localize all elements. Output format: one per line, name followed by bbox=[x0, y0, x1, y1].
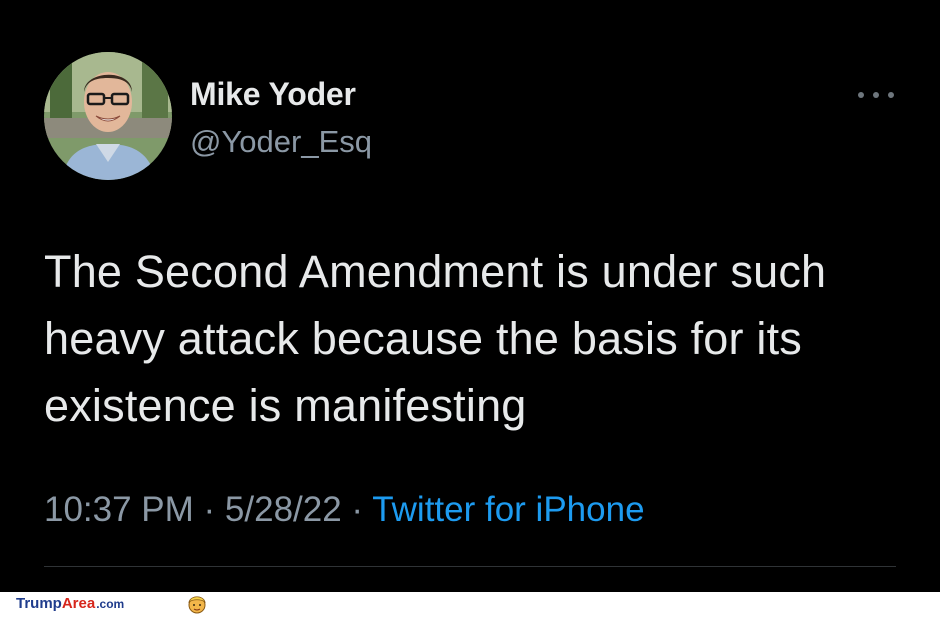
tweet-text: The Second Amendment is under such heavy… bbox=[44, 246, 827, 431]
watermark-brand-part2: Area bbox=[61, 595, 96, 612]
watermark-brand-part1: Trump bbox=[16, 595, 62, 612]
meta-separator: · bbox=[193, 490, 225, 529]
dot bbox=[873, 92, 879, 98]
more-dots-icon[interactable] bbox=[858, 86, 894, 104]
watermark-bar: Trump Area .com bbox=[0, 592, 940, 617]
dot bbox=[888, 92, 894, 98]
tweet-time[interactable]: 10:37 PM bbox=[44, 490, 194, 529]
trump-face-icon bbox=[188, 596, 206, 614]
meta-separator: · bbox=[341, 490, 373, 529]
avatar-photo bbox=[44, 52, 172, 180]
display-name[interactable]: Mike Yoder bbox=[190, 76, 356, 113]
tweet-source-link[interactable]: Twitter for iPhone bbox=[372, 490, 644, 529]
tweet-card: Mike Yoder @Yoder_Esq The Second Amendme… bbox=[0, 0, 940, 592]
tweet-meta: 10:37 PM · 5/28/22 · Twitter for iPhone bbox=[44, 490, 645, 530]
tweet-date[interactable]: 5/28/22 bbox=[225, 490, 342, 529]
watermark-logo-text: Trump Area .com bbox=[16, 595, 124, 612]
dot bbox=[858, 92, 864, 98]
avatar[interactable] bbox=[44, 52, 172, 180]
watermark-brand-suffix: .com bbox=[96, 597, 125, 611]
user-handle[interactable]: @Yoder_Esq bbox=[190, 124, 372, 160]
divider bbox=[44, 566, 896, 567]
